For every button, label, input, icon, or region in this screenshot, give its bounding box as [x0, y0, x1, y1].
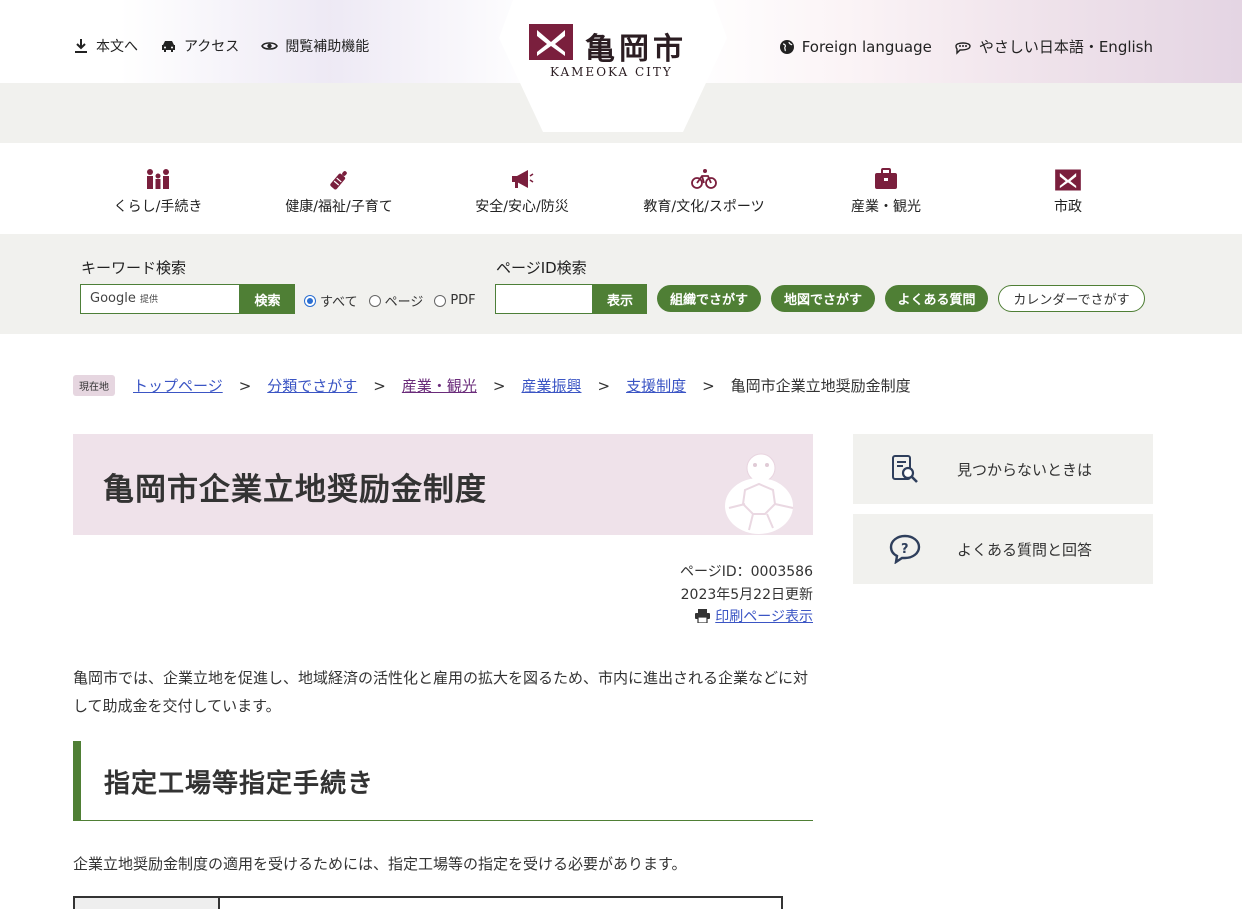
sidebar-link-label: よくある質問と回答 — [957, 540, 1093, 559]
download-icon — [75, 39, 87, 53]
search-scope-radios: すべて ページ PDF — [304, 291, 476, 310]
eye-icon — [261, 42, 279, 50]
nav-item-label: 産業・観光 — [851, 199, 921, 215]
breadcrumb-link-category[interactable]: 分類でさがす — [267, 375, 357, 396]
city-emblem-icon — [1055, 169, 1081, 191]
nav-item-safety[interactable]: 安全/安心/防災 — [432, 168, 612, 216]
nav-item-label: くらし/手続き — [113, 199, 203, 215]
nav-item-label: 市政 — [1054, 199, 1082, 215]
nav-item-health[interactable]: 健康/福祉/子育て — [249, 168, 429, 216]
nav-item-living[interactable]: くらし/手続き — [68, 168, 248, 216]
site-logo-subtext: KAMEOKA CITY — [550, 65, 673, 79]
breadcrumb-separator: > — [238, 376, 252, 395]
radio-page[interactable]: ページ — [368, 291, 424, 310]
breadcrumb-separator: > — [597, 376, 611, 395]
car-icon — [162, 41, 175, 52]
radio-dot — [368, 294, 381, 307]
breadcrumb-separator: > — [492, 376, 506, 395]
print-page-label: 印刷ページ表示 — [715, 609, 813, 625]
info-table — [73, 896, 783, 909]
turtle-mascot-icon — [725, 453, 794, 534]
intro-paragraph: 亀岡市では、企業立地を促進し、地域経済の活性化と雇用の拡大を図るため、市内に進出… — [73, 669, 809, 715]
foreign-language-label: Foreign language — [801, 37, 932, 56]
google-provided-text: 提供 — [139, 295, 158, 305]
header-language-links: Foreign language やさしい日本語・English — [779, 36, 1153, 57]
skip-to-content-label: 本文へ — [96, 39, 138, 55]
baby-bottle-icon — [330, 171, 347, 190]
radio-all-label: すべて — [320, 295, 358, 310]
keyword-search-label: キーワード検索 — [81, 259, 187, 277]
breadcrumb-link-industry[interactable]: 産業・観光 — [402, 375, 477, 396]
site-header: 本文へ アクセス 閲覧補助機能 亀岡市 KAMEOKA CITY Foreign… — [0, 0, 1242, 143]
print-page-link[interactable]: 印刷ページ表示 — [695, 606, 813, 626]
access-link[interactable]: アクセス — [160, 36, 239, 56]
section-heading: 指定工場等指定手続き — [104, 769, 375, 799]
page-id-text: ページID：0003586 — [680, 564, 813, 580]
document-search-icon — [892, 455, 918, 483]
keyword-search-button[interactable]: 検索 — [240, 284, 295, 314]
table-header-cell — [75, 898, 220, 909]
access-label: アクセス — [184, 39, 240, 55]
radio-page-label: ページ — [384, 295, 424, 310]
nav-item-label: 安全/安心/防災 — [475, 199, 569, 215]
current-location-badge: 現在地 — [73, 375, 115, 396]
page-title: 亀岡市企業立地奨励金制度 — [103, 472, 487, 508]
site-logo-text[interactable]: 亀岡市 — [585, 24, 687, 68]
radio-dot-selected — [304, 294, 316, 307]
page-id-search-label: ページID検索 — [496, 259, 587, 277]
header-utility-links: 本文へ アクセス 閲覧補助機能 — [73, 36, 369, 56]
svg-text:?: ? — [901, 542, 909, 557]
bicycle-icon — [691, 169, 717, 189]
accessibility-label: 閲覧補助機能 — [285, 39, 370, 55]
speech-bubble-icon — [955, 41, 971, 55]
updated-date: 2023年5月22日更新 — [680, 587, 813, 603]
printer-icon — [695, 609, 711, 623]
sidebar-faq-link[interactable]: ? よくある質問と回答 — [853, 514, 1153, 584]
breadcrumb-link-top[interactable]: トップページ — [133, 375, 223, 396]
nav-item-city-government[interactable]: 市政 — [978, 168, 1158, 216]
breadcrumb-current: 亀岡市企業立地奨励金制度 — [730, 377, 911, 395]
megaphone-icon — [512, 170, 534, 188]
foreign-language-link[interactable]: Foreign language — [779, 36, 932, 57]
briefcase-icon — [875, 168, 897, 189]
sidebar-link-label: 見つからないときは — [957, 460, 1093, 479]
radio-dot — [434, 294, 447, 307]
find-by-map-button[interactable]: 地図でさがす — [771, 285, 875, 312]
nav-item-label: 教育/文化/スポーツ — [643, 199, 765, 215]
accessibility-link[interactable]: 閲覧補助機能 — [261, 36, 369, 56]
radio-all[interactable]: すべて — [304, 291, 358, 310]
section-heading-box: 指定工場等指定手続き — [73, 741, 813, 821]
search-band: キーワード検索 Google 提供 検索 すべて ページ PDF ページID検索… — [0, 234, 1242, 334]
skip-to-content-link[interactable]: 本文へ — [73, 36, 138, 56]
family-icon — [147, 169, 169, 189]
page-id-show-button[interactable]: 表示 — [593, 284, 647, 314]
radio-pdf[interactable]: PDF — [434, 291, 476, 310]
google-logo-text: Google — [90, 291, 136, 306]
easy-japanese-label: やさしい日本語・English — [978, 38, 1153, 56]
radio-pdf-label: PDF — [450, 293, 476, 308]
globe-icon — [779, 39, 794, 54]
question-bubble-icon: ? — [889, 534, 921, 564]
nav-item-industry[interactable]: 産業・観光 — [796, 168, 976, 216]
google-branding: Google 提供 — [90, 291, 158, 306]
breadcrumb-separator: > — [373, 376, 386, 395]
breadcrumb-link-support[interactable]: 支援制度 — [626, 375, 686, 396]
keyword-search-input[interactable]: Google 提供 — [80, 284, 240, 314]
section-paragraph: 企業立地奨励金制度の適用を受けるためには、指定工場等の指定を受ける必要があります… — [73, 855, 687, 873]
category-nav: くらし/手続き 健康/福祉/子育て 安全/安心/防災 教育/文化/スポーツ 産業… — [0, 143, 1242, 234]
nav-item-education[interactable]: 教育/文化/スポーツ — [614, 168, 794, 216]
breadcrumb-link-promotion[interactable]: 産業振興 — [521, 375, 581, 396]
nav-item-label: 健康/福祉/子育て — [285, 199, 393, 215]
breadcrumb-separator: > — [702, 376, 715, 395]
find-by-organization-button[interactable]: 組織でさがす — [657, 285, 761, 312]
find-by-calendar-button[interactable]: カレンダーでさがす — [998, 285, 1145, 312]
breadcrumb: 現在地 トップページ > 分類でさがす > 産業・観光 > 産業振興 > 支援制… — [73, 375, 911, 396]
faq-button[interactable]: よくある質問 — [885, 285, 988, 312]
sidebar-not-found-link[interactable]: 見つからないときは — [853, 434, 1153, 504]
page-id-input[interactable] — [495, 284, 593, 314]
page-title-box: 亀岡市企業立地奨励金制度 — [73, 434, 813, 535]
city-emblem-icon[interactable] — [527, 22, 575, 62]
easy-japanese-link[interactable]: やさしい日本語・English — [954, 36, 1153, 57]
